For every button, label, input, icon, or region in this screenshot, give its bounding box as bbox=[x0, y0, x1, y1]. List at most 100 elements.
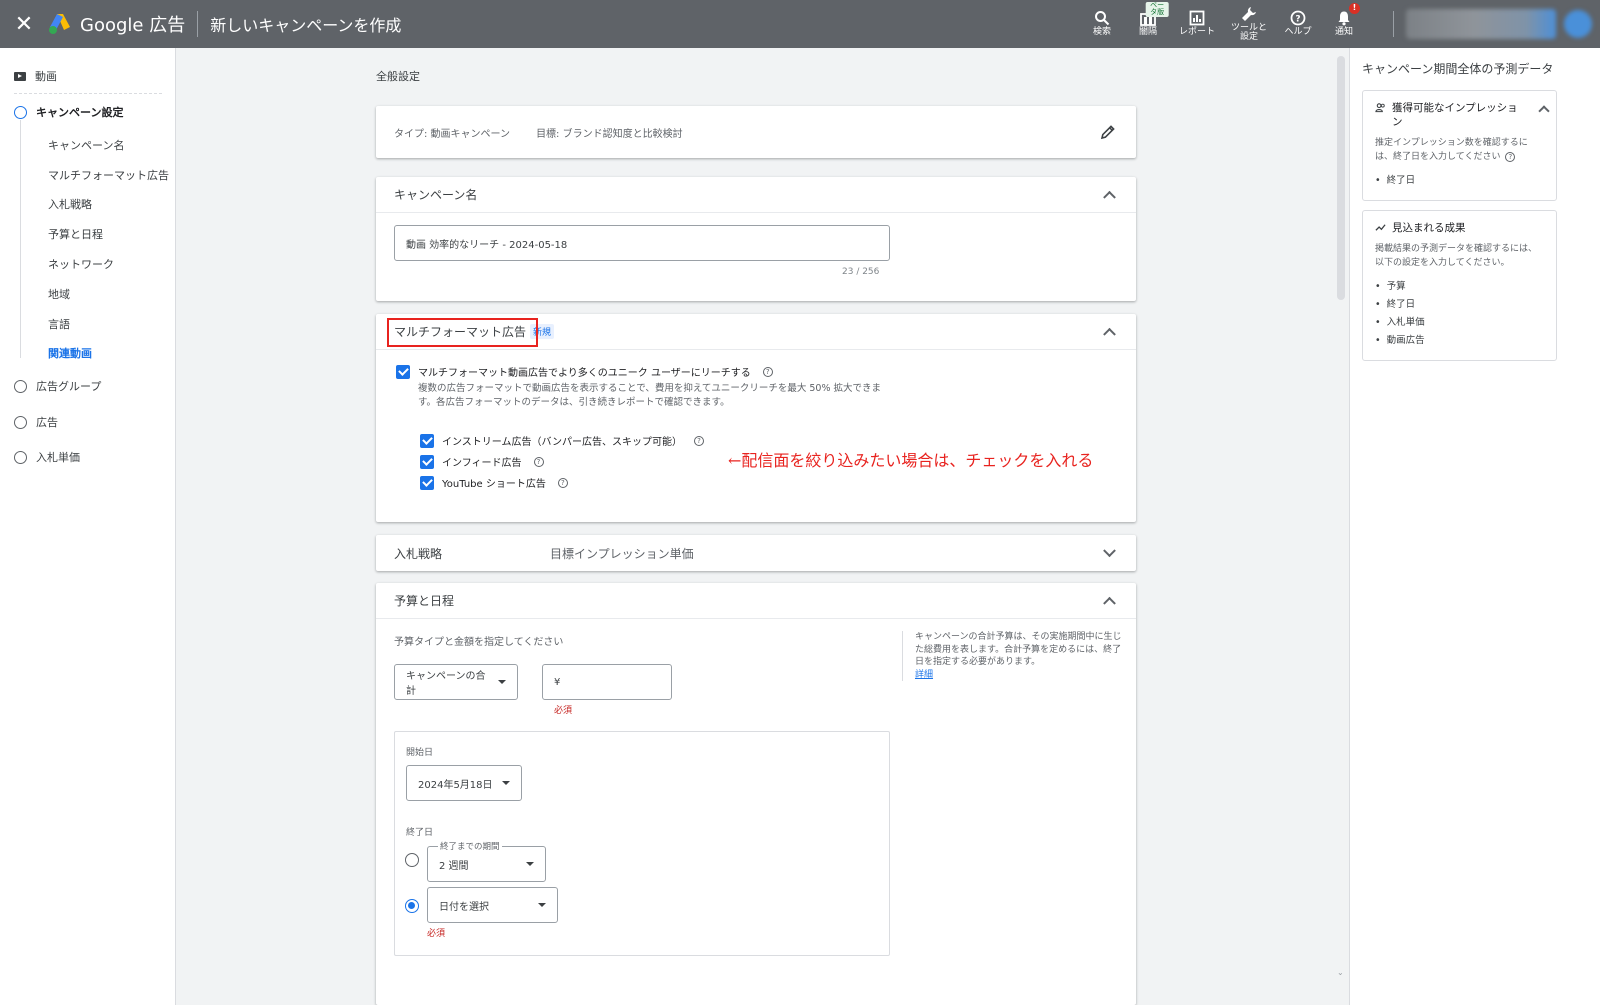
instream-checkbox[interactable]: インストリーム広告（バンパー広告、スキップ可能） ? bbox=[420, 433, 704, 448]
step-label: 広告 bbox=[36, 416, 58, 429]
end-date-value: 日付を選択 bbox=[439, 901, 489, 913]
columns-button[interactable]: ベータ版 闇隔 bbox=[1125, 0, 1171, 48]
sidebar-substep-bid-strategy[interactable]: 入札戦略 bbox=[48, 196, 92, 212]
chevron-up-icon[interactable] bbox=[1103, 596, 1116, 610]
help-button[interactable]: ? ヘルプ bbox=[1275, 0, 1321, 48]
columns-label: 闇隔 bbox=[1138, 27, 1157, 38]
multiformat-card: マルチフォーマット広告 新規 マルチフォーマット動画広告でより多くのユニーク ユ… bbox=[376, 314, 1136, 522]
sidebar-substep-locations[interactable]: 地域 bbox=[48, 286, 70, 302]
annotation-text: ←配信面を絞り込みたい場合は、チェックを入れる bbox=[728, 451, 1094, 470]
results-requirements: 予算 終了日 入札単価 動画広告 bbox=[1375, 278, 1544, 346]
chevron-down-icon[interactable] bbox=[1103, 544, 1116, 558]
campaign-name-card: キャンペーン名 動画 効率的なリーチ - 2024-05-18 23 / 256 bbox=[376, 177, 1136, 301]
report-button[interactable]: レポート bbox=[1171, 0, 1223, 48]
notifications-button[interactable]: ! 通知 bbox=[1321, 0, 1367, 48]
help-icon[interactable]: ? bbox=[694, 435, 704, 446]
report-icon bbox=[1189, 10, 1205, 26]
sidebar-substep-campaign-name[interactable]: キャンペーン名 bbox=[48, 137, 124, 153]
checkbox-checked-icon[interactable] bbox=[396, 364, 410, 379]
bell-icon bbox=[1338, 11, 1350, 26]
budget-header[interactable]: 予算と日程 bbox=[376, 583, 1136, 619]
multiformat-main-checkbox[interactable]: マルチフォーマット動画広告でより多くのユニーク ユーザーにリーチする ? bbox=[396, 364, 773, 379]
main-scrollbar[interactable] bbox=[1337, 56, 1345, 300]
sidebar-substep-multiformat[interactable]: マルチフォーマット広告 bbox=[48, 167, 169, 183]
scroll-down-arrow-icon[interactable]: ⌄ bbox=[1337, 968, 1344, 977]
account-divider bbox=[1393, 11, 1394, 37]
chevron-up-icon[interactable] bbox=[1538, 105, 1550, 117]
bid-strategy-card[interactable]: 入札戦略 目標インプレッション単価 bbox=[376, 535, 1136, 571]
sidebar-step-ad-group[interactable]: 広告グループ bbox=[14, 378, 101, 394]
end-date-label: 終了日 bbox=[406, 828, 434, 838]
step-circle-icon bbox=[14, 379, 27, 393]
help-icon[interactable]: ? bbox=[557, 477, 568, 488]
schedule-panel: 開始日 2024年5月18日 終了日 終了までの期間 2 週間 日付を選択 必須 bbox=[394, 731, 890, 956]
sidebar-step-bids[interactable]: 入札単価 bbox=[14, 449, 80, 465]
sidebar-campaign-type[interactable]: 動画 bbox=[14, 68, 57, 84]
notification-badge: ! bbox=[1349, 3, 1360, 14]
list-item: 終了日 bbox=[1375, 172, 1544, 186]
notifications-label: 通知 bbox=[1334, 27, 1353, 38]
page-title: 新しいキャンペーンを作成 bbox=[210, 16, 402, 35]
results-title: 見込まれる成果 bbox=[1392, 222, 1466, 234]
close-icon[interactable]: ✕ bbox=[0, 0, 48, 48]
budget-type-select[interactable]: キャンペーンの合計 bbox=[394, 664, 518, 700]
avatar[interactable] bbox=[1564, 10, 1592, 38]
budget-title: 予算と日程 bbox=[394, 594, 455, 608]
sidebar-substep-related-videos[interactable]: 関連動画 bbox=[48, 345, 92, 361]
end-date-select[interactable]: 日付を選択 bbox=[427, 887, 558, 923]
substep-line bbox=[20, 120, 21, 358]
help-icon[interactable]: ? bbox=[762, 366, 773, 377]
beta-badge: ベータ版 bbox=[1145, 1, 1169, 17]
section-label: 全般設定 bbox=[376, 70, 420, 83]
start-date-select[interactable]: 2024年5月18日 bbox=[406, 765, 522, 801]
chevron-up-icon[interactable] bbox=[1103, 327, 1116, 341]
shorts-label: YouTube ショート広告 bbox=[442, 479, 546, 490]
chevron-up-icon[interactable] bbox=[1103, 190, 1116, 204]
impressions-header[interactable]: 獲得可能なインプレッション bbox=[1375, 101, 1550, 129]
sidebar-substep-languages[interactable]: 言語 bbox=[48, 316, 70, 332]
tools-button[interactable]: ツールと 設定 bbox=[1223, 0, 1275, 48]
dropdown-arrow-icon bbox=[502, 781, 510, 785]
duration-label: 終了までの期間 bbox=[438, 840, 502, 852]
campaign-name-title: キャンペーン名 bbox=[394, 188, 478, 202]
sidebar-substep-budget[interactable]: 予算と日程 bbox=[48, 226, 103, 242]
dropdown-arrow-icon bbox=[498, 680, 506, 684]
pencil-icon[interactable] bbox=[1100, 124, 1116, 140]
campaign-type-text: タイプ: 動画キャンペーン bbox=[394, 128, 511, 140]
impressions-description: 推定インプレッション数を確認するには、終了日を入力してください ? bbox=[1375, 137, 1544, 164]
sidebar-step-ads[interactable]: 広告 bbox=[14, 414, 58, 430]
account-switcher[interactable] bbox=[1406, 9, 1556, 39]
checkbox-checked-icon[interactable] bbox=[420, 433, 434, 448]
checkbox-checked-icon[interactable] bbox=[420, 454, 434, 469]
search-button[interactable]: 検索 bbox=[1079, 0, 1125, 48]
help-label: ヘルプ bbox=[1284, 27, 1312, 38]
duration-radio[interactable] bbox=[405, 853, 419, 867]
bid-strategy-value: 目標インプレッション単価 bbox=[550, 546, 694, 561]
campaign-name-input[interactable]: 動画 効率的なリーチ - 2024-05-18 bbox=[394, 225, 890, 261]
results-description: 掲載結果の予測データを確認するには、以下の設定を入力してください。 bbox=[1375, 244, 1538, 268]
impressions-title: 獲得可能なインプレッション bbox=[1392, 102, 1518, 129]
shorts-checkbox[interactable]: YouTube ショート広告 ? bbox=[420, 475, 568, 490]
campaign-type-card: タイプ: 動画キャンペーン 目標: ブランド認知度と比較検討 bbox=[376, 106, 1136, 158]
step-circle-icon bbox=[14, 105, 27, 119]
sidebar-step-campaign-settings[interactable]: キャンペーン設定 bbox=[14, 104, 123, 120]
wrench-icon bbox=[1241, 6, 1256, 21]
checkbox-checked-icon[interactable] bbox=[420, 475, 434, 490]
help-icon[interactable]: ? bbox=[533, 456, 544, 467]
list-item: 入札単価 bbox=[1375, 314, 1544, 328]
details-link[interactable]: 詳細 bbox=[915, 670, 933, 680]
budget-amount-input[interactable]: ¥ bbox=[542, 664, 672, 700]
duration-select[interactable]: 終了までの期間 2 週間 bbox=[427, 840, 546, 882]
infeed-checkbox[interactable]: インフィード広告 ? bbox=[420, 454, 544, 469]
multiformat-main-label: マルチフォーマット動画広告でより多くのユニーク ユーザーにリーチする bbox=[418, 368, 751, 379]
help-icon[interactable]: ? bbox=[1505, 152, 1516, 163]
step-label: 広告グループ bbox=[36, 380, 102, 393]
google-ads-logo-icon bbox=[49, 14, 70, 34]
campaign-name-header[interactable]: キャンペーン名 bbox=[376, 177, 1136, 213]
instream-label: インストリーム広告（バンパー広告、スキップ可能） bbox=[442, 437, 682, 448]
sidebar-divider bbox=[14, 93, 162, 94]
sidebar-campaign-type-label: 動画 bbox=[35, 70, 57, 83]
required-message: 必須 bbox=[554, 706, 573, 716]
sidebar-substep-network[interactable]: ネットワーク bbox=[48, 256, 114, 272]
end-date-radio[interactable] bbox=[405, 899, 419, 913]
